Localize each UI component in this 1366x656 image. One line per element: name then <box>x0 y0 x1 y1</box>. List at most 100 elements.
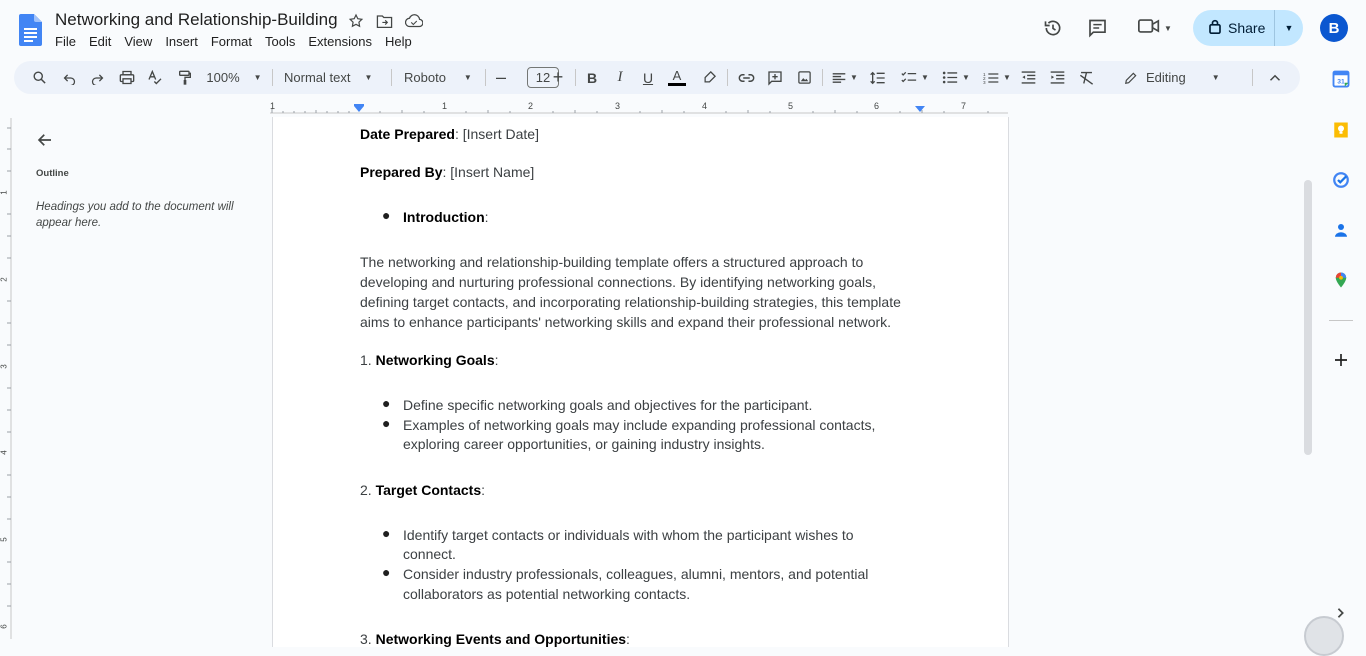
editing-mode-select[interactable]: Editing ▼ <box>1124 61 1234 94</box>
title-bar: Networking and Relationship-Building Fil… <box>0 0 1366 58</box>
section-label: Networking Events and Opportunities <box>375 631 627 647</box>
bulleted-list-select[interactable]: ▼ <box>939 61 973 94</box>
share-button[interactable]: Share <box>1193 10 1275 46</box>
list-item-continuation: collaborators as potential networking co… <box>403 586 691 602</box>
ruler-number: 4 <box>702 101 708 111</box>
bullet-icon: ● <box>382 525 391 541</box>
date-value: : [Insert Date] <box>454 126 539 142</box>
align-select[interactable]: ▼ <box>829 61 861 94</box>
spelling-check-icon[interactable] <box>144 61 166 94</box>
ruler-number: 5 <box>788 101 794 111</box>
comments-icon[interactable] <box>1083 14 1111 42</box>
insert-image-icon[interactable] <box>793 61 815 94</box>
menu-tools[interactable]: Tools <box>265 34 308 49</box>
list-item: Define specific networking goals and obj… <box>403 397 813 413</box>
menu-extensions[interactable]: Extensions <box>308 34 385 49</box>
contacts-icon[interactable] <box>1332 221 1350 239</box>
chevron-down-icon: ▼ <box>1164 23 1172 33</box>
add-comment-icon[interactable] <box>764 61 786 94</box>
bullet-icon: ● <box>382 395 391 411</box>
paragraph-style-select[interactable]: Normal text ▼ <box>284 61 380 94</box>
outline-hint: Headings you add to the document will ap… <box>36 201 234 229</box>
hide-menus-chevron-up-icon[interactable] <box>1264 61 1286 94</box>
intro-label: Introduction <box>403 209 485 225</box>
ruler-number: 6 <box>874 101 880 111</box>
divider <box>1329 320 1353 321</box>
insert-link-icon[interactable] <box>735 61 757 94</box>
keep-icon[interactable] <box>1332 121 1350 139</box>
docs-logo-icon[interactable] <box>19 14 42 46</box>
list-item: Examples of networking goals may include… <box>403 417 876 433</box>
menu-view[interactable]: View <box>124 34 165 49</box>
highlight-color-icon[interactable] <box>699 61 719 94</box>
decrease-font-size-icon[interactable]: – <box>492 61 510 94</box>
divider <box>575 69 576 86</box>
document-title[interactable]: Networking and Relationship-Building <box>55 10 338 30</box>
increase-indent-icon[interactable] <box>1046 61 1068 94</box>
line-spacing-icon[interactable] <box>867 61 889 94</box>
section-colon: : <box>626 631 630 647</box>
text-color-icon[interactable]: A <box>667 61 687 94</box>
menu-help[interactable]: Help <box>385 34 425 49</box>
video-camera-icon <box>1138 18 1160 39</box>
side-panel: 31 <box>1316 58 1366 639</box>
divider <box>391 69 392 86</box>
zoom-select[interactable]: 100% ▼ <box>204 61 264 94</box>
numbered-list-select[interactable]: 123 ▼ <box>980 61 1014 94</box>
horizontal-ruler[interactable]: 1 1 2 3 4 5 6 7 <box>270 100 1008 116</box>
clear-formatting-icon[interactable] <box>1075 61 1097 94</box>
decrease-indent-icon[interactable] <box>1017 61 1039 94</box>
grammarly-button[interactable] <box>1304 616 1344 656</box>
star-icon[interactable] <box>346 11 366 31</box>
vertical-ruler[interactable]: 1 2 3 4 5 6 <box>0 118 12 639</box>
toolbar: 100% ▼ Normal text ▼ Roboto ▼ – 12 + B I… <box>14 61 1300 94</box>
menu-bar: File Edit View Insert Format Tools Exten… <box>55 34 425 49</box>
ruler-number: 2 <box>0 277 9 282</box>
paint-format-icon[interactable] <box>174 61 196 94</box>
avatar[interactable]: B <box>1320 14 1348 42</box>
share-button-group: Share ▼ <box>1193 10 1303 46</box>
menu-edit[interactable]: Edit <box>89 34 124 49</box>
share-dropdown-chevron-icon[interactable]: ▼ <box>1275 23 1303 33</box>
underline-icon[interactable]: U <box>638 61 658 94</box>
print-icon[interactable] <box>116 61 138 94</box>
prepared-label: Prepared By <box>360 164 443 180</box>
svg-text:3: 3 <box>983 80 986 85</box>
font-select[interactable]: Roboto ▼ <box>404 61 476 94</box>
ruler-number: 4 <box>0 450 9 455</box>
maps-icon[interactable] <box>1332 271 1350 289</box>
undo-icon[interactable] <box>58 61 80 94</box>
meet-button[interactable]: ▼ <box>1134 14 1176 42</box>
intro-paragraph-line: aims to enhance participants' networking… <box>360 314 892 330</box>
document-page[interactable]: Date Prepared: [Insert Date] Prepared By… <box>272 117 1009 647</box>
calendar-icon[interactable]: 31 <box>1332 70 1350 88</box>
vertical-scrollbar[interactable] <box>1304 180 1312 455</box>
ruler-number: 1 <box>442 101 448 111</box>
checklist-select[interactable]: ▼ <box>898 61 932 94</box>
redo-icon[interactable] <box>86 61 108 94</box>
bullet-icon: ● <box>382 207 391 223</box>
increase-font-size-icon[interactable]: + <box>549 61 567 94</box>
ruler-number: 3 <box>0 364 9 369</box>
menu-insert[interactable]: Insert <box>165 34 211 49</box>
zoom-value: 100% <box>206 70 240 85</box>
font-value: Roboto <box>404 70 446 85</box>
list-item: Consider industry professionals, colleag… <box>403 566 869 582</box>
menu-format[interactable]: Format <box>211 34 265 49</box>
divider <box>272 69 273 86</box>
arrow-back-icon[interactable] <box>36 131 56 151</box>
add-icon[interactable] <box>1332 351 1350 369</box>
date-prepared-line: Date Prepared: [Insert Date] <box>360 124 539 144</box>
cloud-status-icon[interactable] <box>404 11 424 31</box>
tasks-icon[interactable] <box>1332 171 1350 189</box>
bold-icon[interactable]: B <box>582 61 602 94</box>
italic-icon[interactable]: I <box>610 61 630 94</box>
version-history-icon[interactable] <box>1039 14 1067 42</box>
move-folder-icon[interactable] <box>374 11 394 31</box>
menu-file[interactable]: File <box>55 34 89 49</box>
pencil-icon <box>1124 71 1138 85</box>
chevron-right-icon[interactable] <box>1336 606 1348 618</box>
outline-title: Outline <box>36 168 69 179</box>
search-menus-icon[interactable] <box>28 61 50 94</box>
chevron-down-icon: ▼ <box>463 73 472 82</box>
